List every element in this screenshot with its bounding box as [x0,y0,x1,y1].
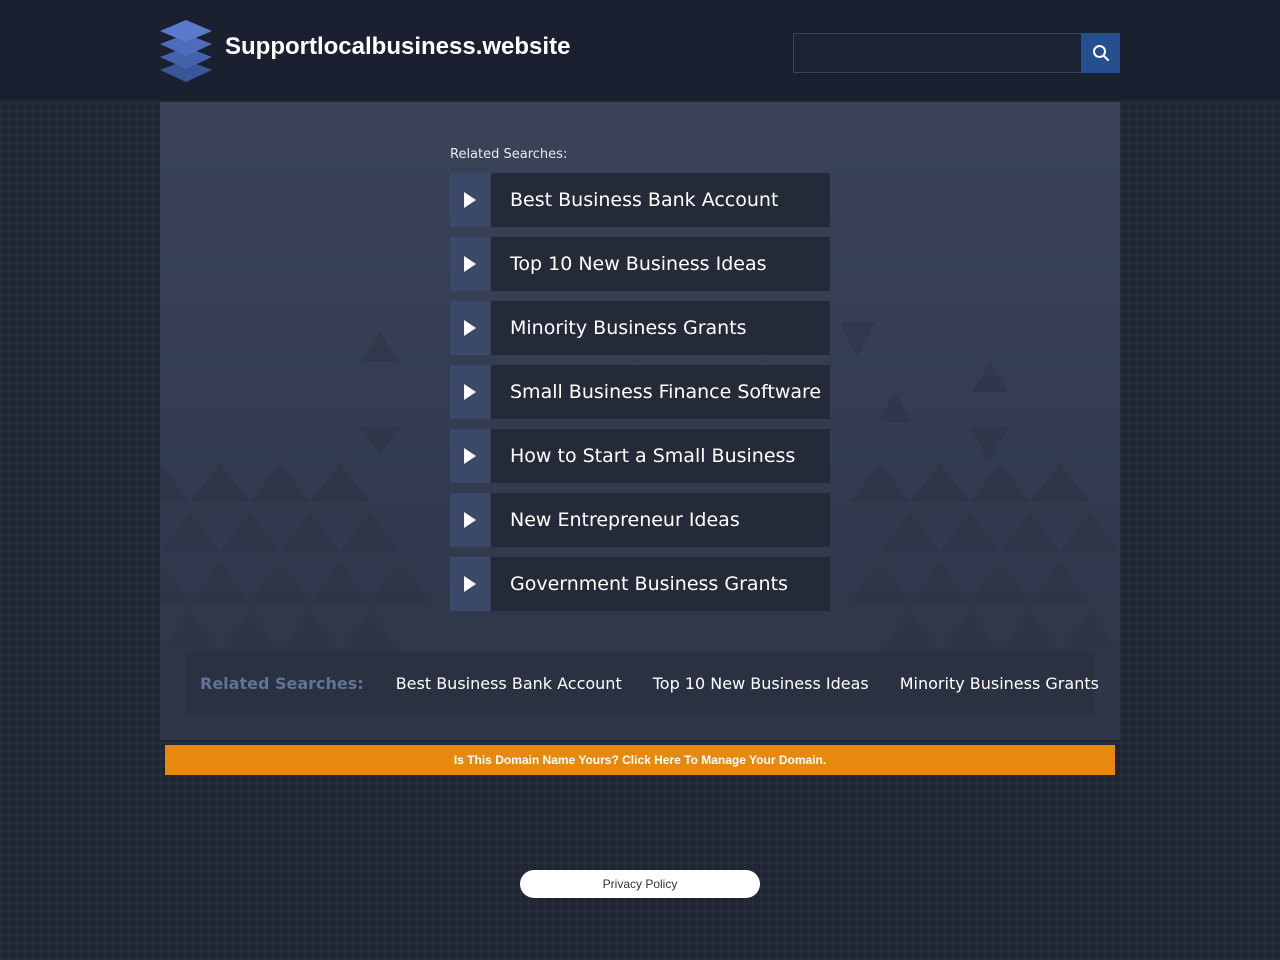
play-arrow-icon [464,256,476,272]
arrow-box [450,557,490,611]
play-arrow-icon [464,384,476,400]
related-link-label: Minority Business Grants [491,301,830,355]
play-arrow-icon [464,192,476,208]
related-link[interactable]: New Entrepreneur Ideas [450,493,830,547]
arrow-box [450,173,490,227]
manage-domain-banner[interactable]: Is This Domain Name Yours? Click Here To… [165,745,1115,775]
play-arrow-icon [464,576,476,592]
search-icon [1092,45,1109,61]
bottom-related-link[interactable]: Top 10 New Business Ideas [653,674,869,693]
related-links-list: Best Business Bank Account Top 10 New Bu… [450,173,830,621]
search-input[interactable] [793,33,1082,73]
related-searches-label: Related Searches: [450,147,568,162]
related-link[interactable]: How to Start a Small Business [450,429,830,483]
privacy-policy-button[interactable]: Privacy Policy [520,870,760,898]
related-link-label: Top 10 New Business Ideas [491,237,830,291]
stacked-layers-icon[interactable] [158,20,214,82]
bottom-related-bar: Related Searches: Best Business Bank Acc… [185,651,1099,715]
related-link-label: How to Start a Small Business [491,429,830,483]
bottom-related-link[interactable]: Minority Business Grants [900,674,1099,693]
bottom-related-label: Related Searches: [200,673,364,693]
play-arrow-icon [464,320,476,336]
arrow-box [450,237,490,291]
play-arrow-icon [464,448,476,464]
arrow-box [450,365,490,419]
privacy-policy-label: Privacy Policy [602,877,678,891]
bottom-related-link[interactable]: Best Business Bank Account [396,674,622,693]
related-link-label: New Entrepreneur Ideas [491,493,830,547]
related-link[interactable]: Top 10 New Business Ideas [450,237,830,291]
arrow-box [450,301,490,355]
site-header: Supportlocalbusiness.website [0,0,1280,100]
arrow-box [450,429,490,483]
play-arrow-icon [464,512,476,528]
main-panel: Related Searches: Best Business Bank Acc… [160,102,1120,740]
manage-domain-text: Is This Domain Name Yours? Click Here To… [453,753,827,767]
related-link[interactable]: Small Business Finance Software [450,365,830,419]
arrow-box [450,493,490,547]
related-link[interactable]: Government Business Grants [450,557,830,611]
related-link[interactable]: Best Business Bank Account [450,173,830,227]
related-link-label: Government Business Grants [491,557,830,611]
search-button[interactable] [1081,33,1120,73]
related-link-label: Small Business Finance Software [491,365,830,419]
related-link-label: Best Business Bank Account [491,173,830,227]
site-title[interactable]: Supportlocalbusiness.website [225,33,570,61]
related-link[interactable]: Minority Business Grants [450,301,830,355]
